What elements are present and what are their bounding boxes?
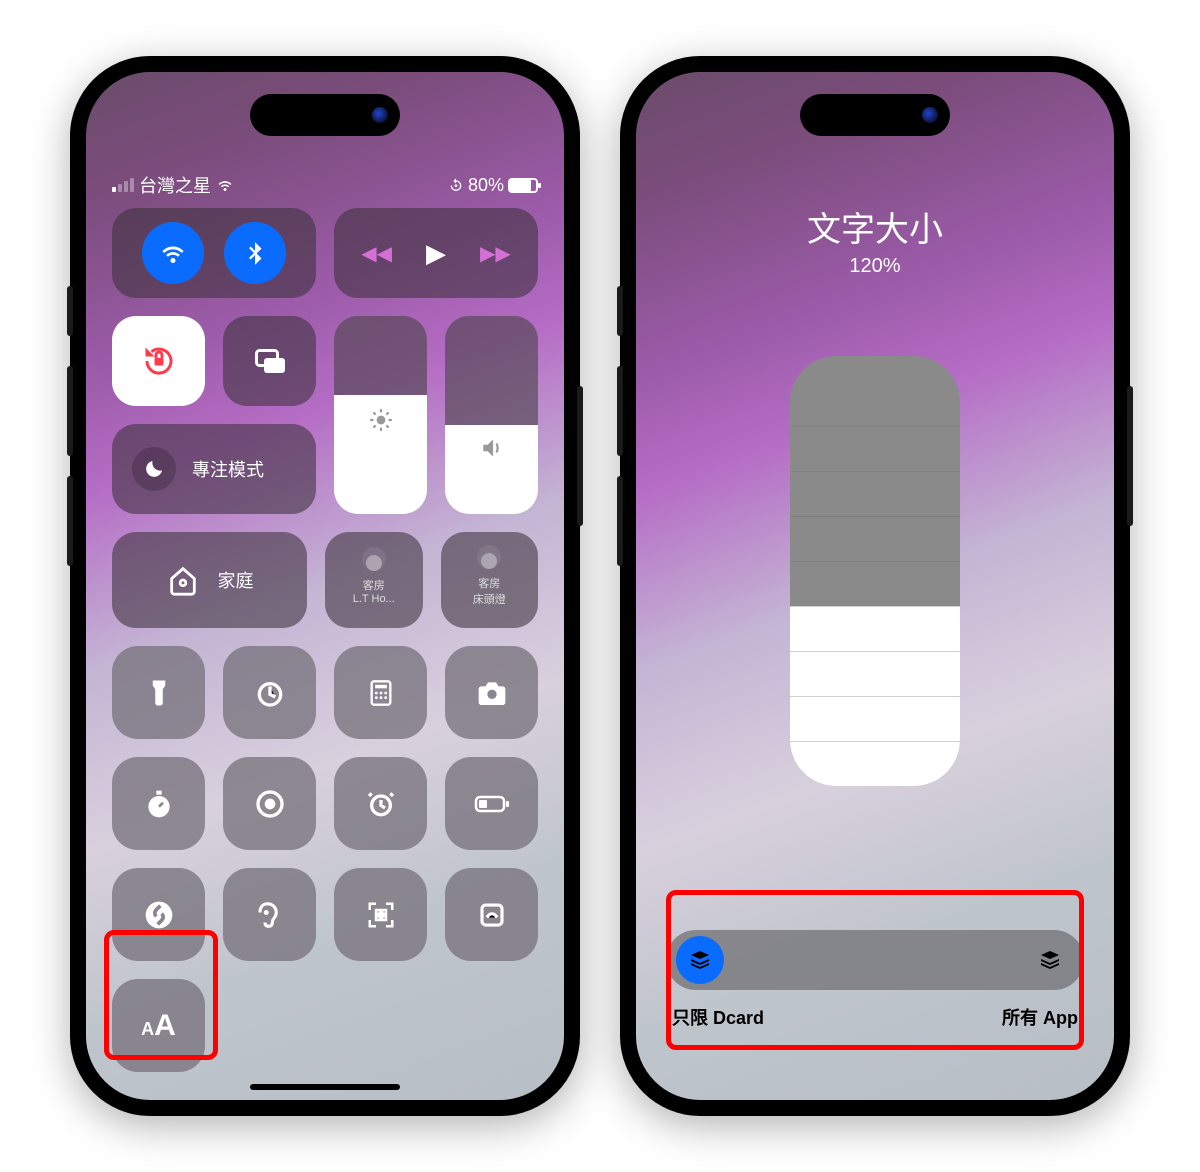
stopwatch-icon (143, 788, 175, 820)
low-power-tile[interactable] (445, 757, 538, 850)
side-button (617, 476, 623, 566)
scope-slider[interactable] (666, 930, 1084, 990)
stopwatch-tile[interactable] (112, 757, 205, 850)
battery-icon (508, 178, 538, 193)
scope-option-all[interactable] (1026, 936, 1074, 984)
forward-icon[interactable]: ▶▶ (480, 241, 511, 266)
screen-mirroring-icon (252, 343, 288, 379)
phone-frame-left: 台灣之星 80% (70, 56, 580, 1116)
side-button (577, 386, 583, 526)
text-size-tile[interactable]: AA (112, 979, 205, 1072)
alarm-tile[interactable] (334, 757, 427, 850)
carrier-label: 台灣之星 (139, 172, 211, 198)
wifi-icon (158, 238, 188, 268)
text-size-icon: AA (141, 1009, 176, 1043)
home-tile[interactable]: 家庭 (112, 532, 307, 628)
scope-option-app[interactable] (676, 936, 724, 984)
brightness-slider[interactable] (334, 316, 427, 514)
scope-label-left: 只限 Dcard (672, 1004, 764, 1030)
quick-note-tile[interactable] (445, 868, 538, 961)
home-indicator[interactable] (250, 1084, 400, 1090)
brightness-icon (368, 407, 394, 433)
calculator-tile[interactable] (334, 646, 427, 739)
orientation-lock-tile[interactable] (112, 316, 205, 406)
camera-icon (476, 677, 508, 709)
stack-icon (688, 948, 712, 972)
focus-mode-tile[interactable]: 專注模式 (112, 424, 316, 514)
accessory-2-label: 客房 床頭燈 (473, 575, 506, 607)
home-accessory-2[interactable]: 客房 床頭燈 (441, 532, 539, 628)
play-icon[interactable]: ▶ (426, 238, 446, 269)
volume-slider[interactable] (445, 316, 538, 514)
flashlight-tile[interactable] (112, 646, 205, 739)
scope-label-right: 所有 App (1002, 1004, 1078, 1030)
side-button (67, 286, 73, 336)
alarm-icon (365, 788, 397, 820)
side-button (1127, 386, 1133, 526)
wifi-indicator-icon (216, 176, 234, 194)
side-button (67, 366, 73, 456)
shazam-icon (143, 899, 175, 931)
camera-dot (372, 107, 388, 123)
stack-icon (1038, 948, 1062, 972)
battery-percentage: 80% (468, 175, 504, 196)
shazam-tile[interactable] (112, 868, 205, 961)
qr-scan-tile[interactable] (334, 868, 427, 961)
control-center: 台灣之星 80% (86, 72, 564, 1100)
timer-tile[interactable] (223, 646, 316, 739)
side-button (67, 476, 73, 566)
ear-icon (255, 900, 285, 930)
focus-mode-label: 專注模式 (192, 456, 264, 482)
home-icon (166, 563, 200, 597)
flashlight-icon (144, 678, 174, 708)
accessory-1-label: 客房 L.T Ho... (353, 577, 395, 605)
volume-icon (479, 435, 505, 461)
bulb-icon (481, 553, 497, 569)
dynamic-island (250, 94, 400, 136)
rotation-lock-icon (141, 343, 177, 379)
scope-selector-area: 只限 Dcard 所有 App (666, 930, 1084, 1030)
battery-icon (474, 793, 510, 815)
wifi-toggle[interactable] (142, 222, 204, 284)
screen-mirroring-tile[interactable] (223, 316, 316, 406)
status-bar: 台灣之星 80% (112, 172, 538, 198)
cellular-signal-icon (112, 178, 134, 192)
media-controls-tile[interactable]: ◀◀ ▶ ▶▶ (334, 208, 538, 298)
record-tile[interactable] (223, 757, 316, 850)
text-size-slider[interactable] (790, 356, 960, 786)
bluetooth-icon (242, 240, 268, 266)
moon-icon (142, 457, 166, 481)
home-label: 家庭 (218, 567, 254, 593)
bluetooth-toggle[interactable] (224, 222, 286, 284)
hearing-tile[interactable] (223, 868, 316, 961)
text-size-panel: 文字大小 120% (636, 72, 1114, 1100)
phone-frame-right: 文字大小 120% (620, 56, 1130, 1116)
home-accessory-1[interactable]: 客房 L.T Ho... (325, 532, 423, 628)
note-icon (477, 900, 507, 930)
side-button (617, 286, 623, 336)
panel-title: 文字大小 (807, 202, 943, 251)
camera-tile[interactable] (445, 646, 538, 739)
camera-dot (922, 107, 938, 123)
qr-code-icon (366, 900, 396, 930)
side-button (617, 366, 623, 456)
rotation-lock-indicator-icon (448, 177, 464, 193)
text-size-percentage: 120% (849, 255, 900, 278)
bulb-icon (366, 555, 382, 571)
rewind-icon[interactable]: ◀◀ (361, 241, 392, 266)
timer-icon (254, 677, 286, 709)
calculator-icon (367, 679, 395, 707)
record-icon (254, 788, 286, 820)
connectivity-tile[interactable] (112, 208, 316, 298)
dynamic-island (800, 94, 950, 136)
